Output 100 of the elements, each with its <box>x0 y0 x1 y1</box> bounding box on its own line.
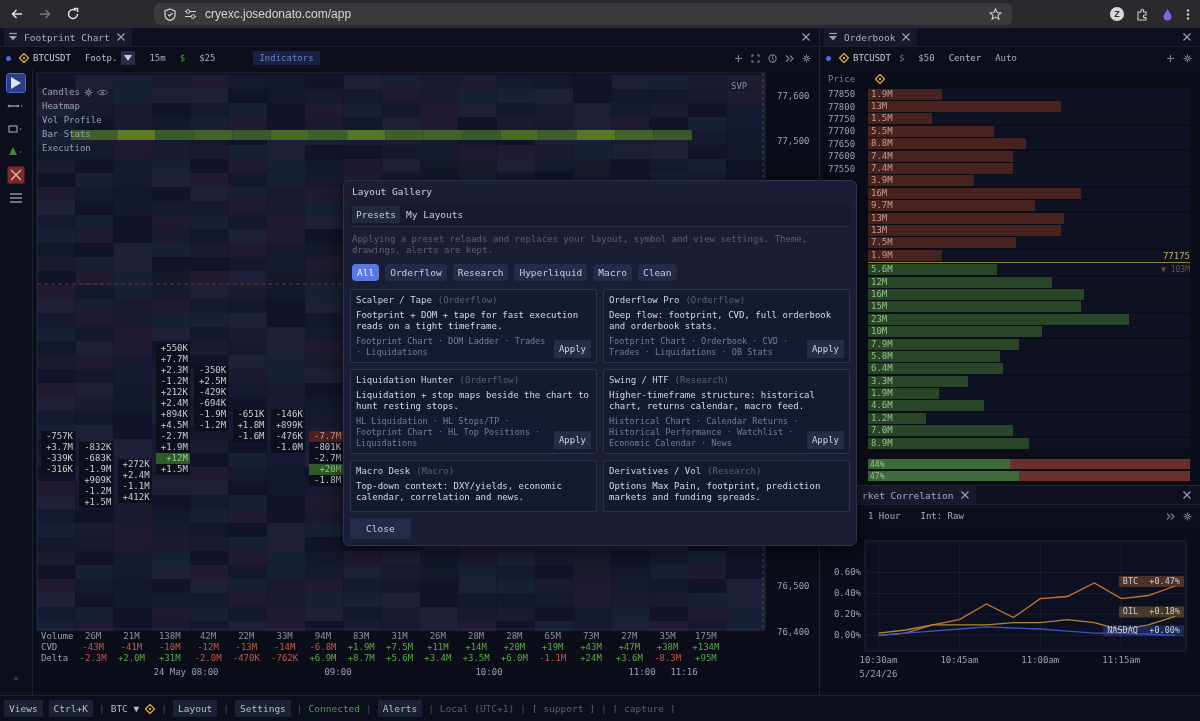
stat-value: +38M <box>655 642 680 653</box>
puzzle-icon[interactable] <box>1136 7 1149 21</box>
address-bar[interactable]: cryexc.josedonato.com/app <box>154 3 1012 25</box>
status-button[interactable]: Alerts <box>377 700 423 717</box>
close-icon[interactable] <box>1182 32 1192 42</box>
status-button[interactable]: Layout <box>173 700 218 717</box>
preset-card[interactable]: Orderflow Pro (Orderflow) Deep flow: footprint, CVD, full orderbook and orderbook stats. Footprint Chart · Orderbook · CVD · Trades · Liquidations · OB Stats Apply <box>603 289 850 363</box>
stat-value: 22M <box>237 631 256 642</box>
interval-select[interactable]: Int: Raw <box>914 511 970 521</box>
interval-select[interactable]: 15m <box>143 53 172 63</box>
menu-icon[interactable] <box>1186 7 1190 21</box>
status-button[interactable]: Settings <box>235 700 291 717</box>
stat-value: 175M <box>694 631 718 642</box>
axis-tick-label: 0.20% <box>833 609 861 620</box>
settings-icon[interactable] <box>802 53 811 63</box>
filter-chip[interactable]: Macro <box>593 264 632 281</box>
footprint-value: +412K <box>117 491 152 503</box>
filter-chip[interactable]: Hyperliquid <box>514 264 588 281</box>
plus-icon[interactable] <box>1166 53 1175 63</box>
star-icon[interactable] <box>989 7 1002 21</box>
order-size: 10M <box>870 326 888 337</box>
footprint-value: -1.0M <box>270 442 305 453</box>
layer-label[interactable]: Vol Profile <box>42 115 102 125</box>
settings-icon[interactable] <box>83 87 93 97</box>
preset-card[interactable]: Liquidation Hunter (Orderflow) Liquidation + stop maps beside the chart to hunt resting stops. HL Liquidation · HL Stops/TP · Footprint Chart · HL Top Positions · Liquidations Apply <box>350 369 597 454</box>
indicators-button[interactable]: Indicators <box>253 51 320 65</box>
back-icon[interactable] <box>10 7 24 21</box>
center-button[interactable]: Center <box>948 53 982 63</box>
preset-card[interactable]: Scalper / Tape (Orderflow) Footprint + DOM + tape for fast execution reads on a tight timeframe. Footprint Chart · DOM Ladder · Trades · Liquidations Apply <box>350 289 597 363</box>
chart-type-select[interactable]: Footp. <box>84 51 136 65</box>
stat-value: +8.7M <box>346 653 376 664</box>
close-button[interactable]: Close <box>350 518 411 539</box>
layer-label[interactable]: Candles <box>42 87 80 97</box>
preset-card[interactable]: Derivatives / Vol (Research) Options Max Pain, footprint, prediction markets and funding spreads. <box>603 460 850 512</box>
reload-icon[interactable] <box>66 7 80 21</box>
drop-icon[interactable] <box>1161 7 1174 21</box>
menu-icon[interactable] <box>8 32 18 42</box>
filter-chip[interactable]: Clean <box>637 264 677 281</box>
dialog-tab[interactable]: Presets <box>352 206 401 223</box>
expand-icon[interactable] <box>751 53 760 63</box>
layer-label[interactable]: Heatmap <box>42 101 80 111</box>
chevrons-icon[interactable] <box>785 53 794 63</box>
cursor-icon[interactable] <box>7 74 25 92</box>
footprint-value: -316K <box>41 464 75 475</box>
filter-chip[interactable]: Research <box>452 264 509 281</box>
footprint-value: -2.7M <box>309 453 344 464</box>
stat-value: 42M <box>198 631 218 642</box>
clock-icon[interactable] <box>768 53 777 63</box>
price-level: 77550 <box>827 163 857 174</box>
footprint-value: -1.1M <box>117 480 152 492</box>
stat-value: +5.6M <box>384 653 415 664</box>
tick-size-select[interactable]: $25 <box>193 53 222 63</box>
order-size: 3.3M <box>870 375 893 386</box>
preset-card[interactable] <box>603 369 850 454</box>
settings-icon[interactable] <box>1183 511 1192 521</box>
close-icon[interactable] <box>1182 490 1192 500</box>
layer-label[interactable]: Bar Stats <box>42 129 91 139</box>
chevrons-icon[interactable] <box>1166 511 1175 521</box>
footprint-value: -7.7M <box>309 431 344 442</box>
eye-icon[interactable] <box>96 87 108 97</box>
stat-value: +7.5M <box>384 642 415 653</box>
filter-chip[interactable]: All <box>352 264 380 281</box>
preset-title: Liquidation Hunter <box>356 375 454 385</box>
axis-tick-label: 0.00% <box>833 630 861 641</box>
menu-icon[interactable] <box>828 32 838 42</box>
layer-label[interactable]: Execution <box>42 143 91 153</box>
order-size: 8.9M <box>870 437 893 448</box>
footprint-value: +212K <box>155 387 190 398</box>
symbol-label[interactable]: BTCUSDT <box>33 53 71 63</box>
status-button[interactable]: Views <box>4 700 43 717</box>
price-label: 77,500 <box>777 136 810 146</box>
plus-icon[interactable] <box>734 53 743 63</box>
auto-button[interactable]: Auto <box>989 53 1023 63</box>
apply-button[interactable]: Apply <box>806 340 844 358</box>
order-size: 1.2M <box>870 412 893 423</box>
forward-icon[interactable] <box>38 7 52 21</box>
filter-chip[interactable]: Orderflow <box>385 264 447 281</box>
footprint-value: +7.7M <box>155 354 190 365</box>
range-select[interactable]: 1 Hour <box>862 511 907 521</box>
apply-button[interactable]: Apply <box>806 431 844 449</box>
close-icon[interactable] <box>801 32 811 42</box>
apply-button[interactable]: Apply <box>553 431 591 449</box>
profile-avatar[interactable]: Z <box>1110 7 1124 21</box>
preset-card[interactable]: Macro Desk (Macro) Top-down context: DXY/yields, economic calendar, correlation and news. <box>350 460 597 512</box>
apply-button[interactable]: Apply <box>553 340 591 358</box>
footprint-value: +2.5M <box>194 376 229 387</box>
symbol-select[interactable]: BTC ▼ <box>110 703 140 714</box>
stat-value: +95M <box>694 653 718 664</box>
close-icon[interactable] <box>959 490 970 500</box>
symbol-label[interactable]: BTCUSDT <box>853 53 891 63</box>
close-icon[interactable] <box>901 32 912 42</box>
settings-icon[interactable] <box>1183 53 1192 63</box>
delete-icon[interactable] <box>7 166 25 184</box>
status-button[interactable]: Ctrl+K <box>48 700 93 717</box>
shield-icon <box>164 7 176 21</box>
annotation: +0.00% <box>1149 625 1180 636</box>
dialog-tab[interactable]: My Layouts <box>402 206 468 223</box>
stat-value: +43M <box>579 642 603 653</box>
tick-size-select[interactable]: $50 <box>912 53 941 63</box>
close-icon[interactable] <box>115 32 126 42</box>
